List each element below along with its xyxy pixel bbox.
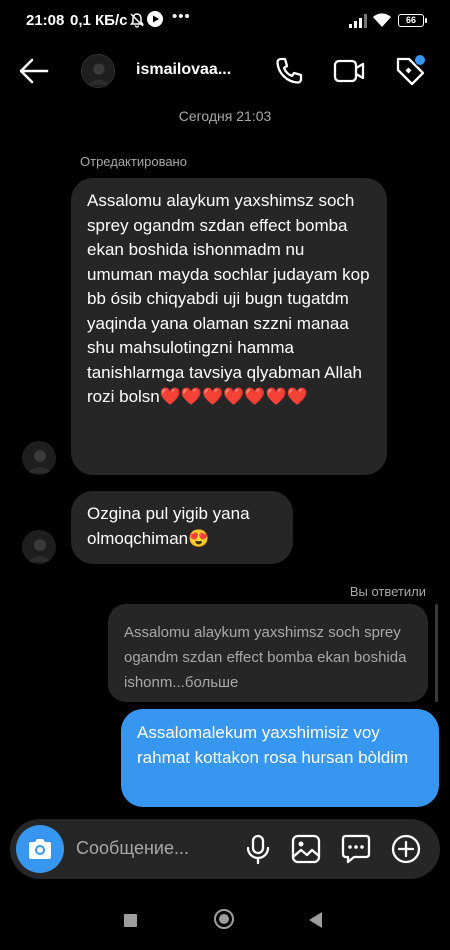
message-text: Assalomu alaykum yaxshimsz soch sprey og… (87, 191, 370, 406)
date-separator: Сегодня 21:03 (178, 108, 272, 124)
system-back-button[interactable] (309, 912, 322, 928)
wifi-icon (373, 13, 391, 27)
reply-text: Assalomalekum yaxshimisiz voy rahmat kot… (137, 723, 409, 767)
tag-icon[interactable] (393, 54, 427, 88)
quote-divider (435, 604, 438, 702)
battery-icon: 66 (398, 14, 427, 27)
signal-icon (349, 14, 367, 28)
sender-avatar[interactable] (22, 530, 56, 564)
camera-icon (29, 839, 51, 859)
notification-dot (414, 54, 426, 66)
incoming-message[interactable]: Assalomu alaykum yaxshimsz soch sprey og… (71, 178, 387, 475)
media-play-icon (147, 11, 163, 27)
more-notifications-icon: ••• (172, 8, 191, 25)
quoted-message[interactable]: Assalomu alaykum yaxshimsz soch sprey og… (108, 604, 428, 702)
hearts-emoji: ❤️❤️❤️❤️❤️❤️❤️ (159, 387, 308, 406)
video-camera-icon[interactable] (332, 54, 366, 88)
plus-icon[interactable] (390, 833, 422, 865)
back-arrow-icon[interactable] (18, 56, 50, 86)
heart-eyes-emoji: 😍 (188, 528, 210, 548)
quoted-text: Assalomu alaykum yaxshimsz soch sprey og… (124, 624, 407, 691)
mute-bell-icon (130, 13, 144, 28)
sticker-icon[interactable] (340, 833, 372, 865)
camera-button[interactable] (16, 825, 64, 873)
status-time: 21:08 (26, 12, 65, 29)
system-nav-bar (0, 895, 450, 950)
gallery-icon[interactable] (290, 833, 322, 865)
replied-label: Вы ответили (349, 584, 426, 599)
home-button[interactable] (214, 909, 234, 929)
message-composer: Сообщение... (10, 819, 440, 879)
incoming-message[interactable]: Ozgina pul yigib yana olmoqchiman😍 (71, 491, 293, 564)
phone-icon[interactable] (272, 54, 306, 88)
network-speed: 0,1 КБ/с (70, 12, 128, 29)
message-input[interactable]: Сообщение... (76, 838, 189, 859)
sender-avatar[interactable] (22, 441, 56, 475)
outgoing-message[interactable]: Assalomalekum yaxshimisiz voy rahmat kot… (121, 709, 439, 807)
chat-header: ismailovaa... (0, 44, 450, 98)
status-bar: 21:08 0,1 КБ/с ••• 66 (0, 0, 450, 40)
contact-username[interactable]: ismailovaa... (136, 61, 231, 79)
message-text: Ozgina pul yigib yana olmoqchiman (87, 504, 250, 548)
microphone-icon[interactable] (242, 833, 274, 865)
edited-label: Отредактировано (80, 154, 187, 169)
recents-button[interactable] (124, 914, 137, 927)
contact-avatar[interactable] (81, 54, 115, 88)
